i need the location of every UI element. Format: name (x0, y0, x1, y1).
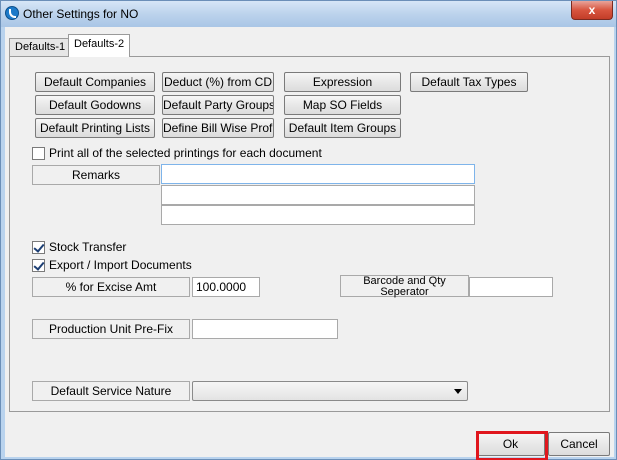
cancel-button[interactable]: Cancel (548, 432, 610, 456)
remarks-input-1[interactable] (161, 164, 475, 184)
default-item-groups-button[interactable]: Default Item Groups (284, 118, 401, 138)
print-all-label: Print all of the selected printings for … (49, 146, 322, 160)
export-import-option[interactable]: Export / Import Documents (32, 258, 232, 273)
title-bar[interactable]: Other Settings for NO x (1, 1, 616, 27)
define-bill-wise-profi-button[interactable]: Define Bill Wise Profi (162, 118, 274, 138)
tab-panel: Default Companies Deduct (%) from CD Exp… (9, 56, 610, 412)
barcode-qty-separator-label: Barcode and Qty Seperator (340, 275, 469, 298)
default-godowns-button[interactable]: Default Godowns (35, 95, 155, 115)
deduct-from-cd-button[interactable]: Deduct (%) from CD (162, 72, 274, 92)
stock-transfer-label: Stock Transfer (49, 240, 127, 254)
app-icon (5, 6, 19, 20)
remarks-input-2[interactable] (161, 185, 475, 205)
close-button[interactable]: x (571, 1, 613, 20)
settings-window: Other Settings for NO x Defaults-1 Defau… (0, 0, 617, 460)
default-tax-types-button[interactable]: Default Tax Types (410, 72, 528, 92)
print-all-option[interactable]: Print all of the selected printings for … (32, 146, 372, 161)
excise-label: % for Excise Amt (32, 277, 190, 297)
expression-button[interactable]: Expression (284, 72, 401, 92)
print-all-checkbox[interactable] (32, 147, 45, 160)
default-service-nature-label: Default Service Nature (32, 381, 190, 401)
chevron-down-icon[interactable] (454, 389, 462, 394)
remarks-label: Remarks (32, 165, 160, 185)
production-unit-prefix-input[interactable] (192, 319, 338, 339)
ok-button[interactable]: Ok (476, 432, 545, 456)
export-import-label: Export / Import Documents (49, 258, 192, 272)
default-printing-lists-button[interactable]: Default Printing Lists (35, 118, 155, 138)
export-import-checkbox[interactable] (32, 259, 45, 272)
tab-defaults-2[interactable]: Defaults-2 (68, 34, 131, 57)
default-companies-button[interactable]: Default Companies (35, 72, 155, 92)
window-title: Other Settings for NO (23, 7, 139, 21)
excise-input[interactable]: 100.0000 (192, 277, 260, 297)
production-unit-prefix-label: Production Unit Pre-Fix (32, 319, 190, 339)
default-party-groups-button[interactable]: Default Party Groups (162, 95, 274, 115)
stock-transfer-option[interactable]: Stock Transfer (32, 240, 232, 255)
barcode-qty-separator-input[interactable] (469, 277, 553, 297)
default-service-nature-select[interactable] (192, 381, 468, 401)
map-so-fields-button[interactable]: Map SO Fields (284, 95, 401, 115)
stock-transfer-checkbox[interactable] (32, 241, 45, 254)
dialog-client-area: Defaults-1 Defaults-2 Default Companies … (5, 27, 614, 460)
tab-defaults-1[interactable]: Defaults-1 (9, 38, 72, 56)
remarks-input-3[interactable] (161, 205, 475, 225)
